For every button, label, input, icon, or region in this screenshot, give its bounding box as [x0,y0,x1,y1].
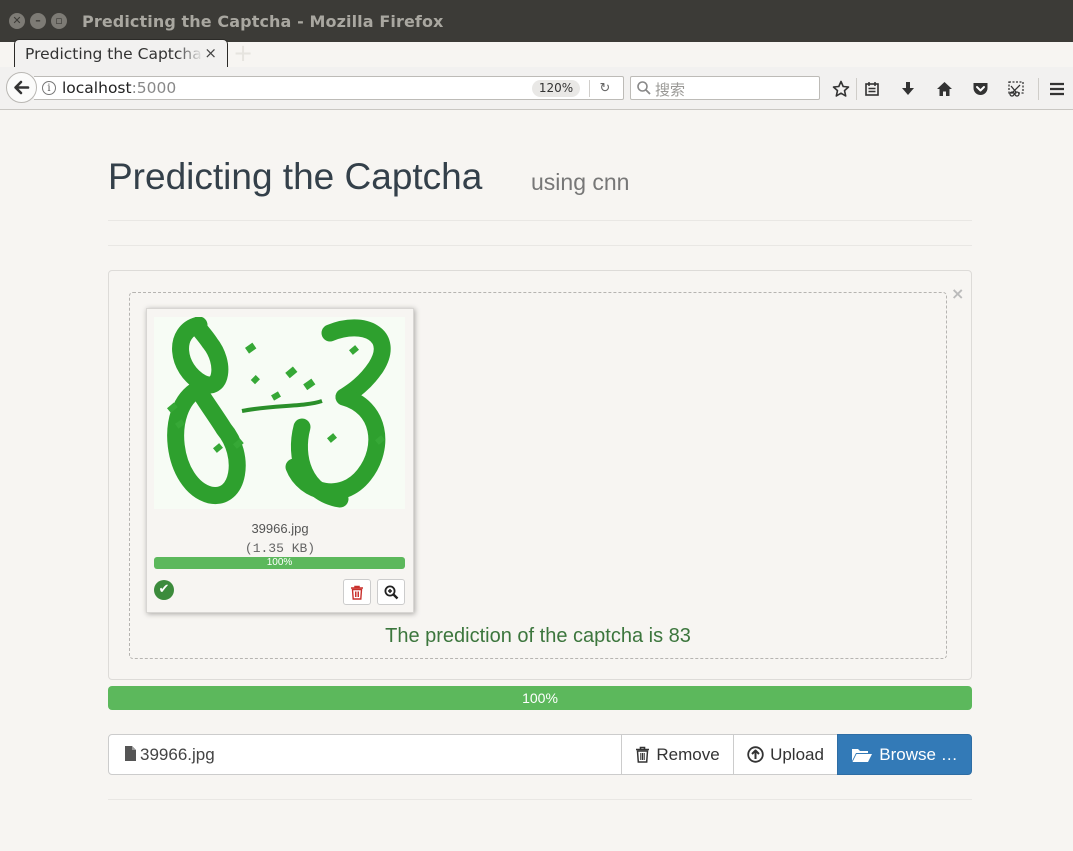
zoom-badge[interactable]: 120% [532,80,580,97]
home-icon[interactable] [933,78,955,100]
upload-button[interactable]: Upload [733,734,838,775]
divider [108,245,972,246]
navigation-toolbar: i localhost:5000 120% ↻ 搜索 [0,67,1073,110]
browse-button[interactable]: Browse … [837,734,972,775]
window-minimize-icon[interactable]: – [30,13,46,29]
remove-button-label: Remove [656,744,720,764]
tab-close-icon[interactable]: × [204,44,217,62]
reading-list-icon[interactable] [861,78,883,100]
file-caption-text: 39966.jpg [140,745,215,764]
prediction-text: The prediction of the captcha is 83 [385,625,691,647]
star-icon[interactable] [830,78,852,100]
upload-circle-icon [747,746,764,763]
url-text[interactable]: localhost:5000 [62,79,176,97]
tab-active[interactable]: Predicting the Captcha × [14,39,228,68]
reload-icon[interactable]: ↻ [596,80,614,97]
upload-button-label: Upload [770,744,824,764]
menu-icon[interactable] [1046,78,1068,100]
site-info-icon[interactable]: i [42,81,56,95]
file-size: (1.35 KB) [244,541,316,556]
divider [108,799,972,800]
url-host: localhost [62,79,132,97]
back-arrow-icon [14,80,30,95]
thumbnail-progress-bar: 100% [154,557,405,569]
window-title: Predicting the Captcha - Mozilla Firefox [82,12,444,31]
overall-progress-bar: 100% [108,686,972,710]
search-icon [637,81,651,95]
file-icon [125,746,136,761]
captcha-image [154,317,405,509]
zoom-file-button[interactable] [377,579,405,605]
file-name: 39966.jpg [251,521,309,536]
toolbar-divider [856,78,857,100]
download-icon[interactable] [897,78,919,100]
page-title: Predicting the Captcha [108,156,483,197]
folder-open-icon [852,748,873,762]
file-caption-input[interactable]: 39966.jpg [108,734,622,775]
back-button[interactable] [6,72,37,103]
window-titlebar: ✕ – ▫ Predicting the Captcha - Mozilla F… [0,0,1073,42]
trash-icon [351,585,363,600]
screenshot-icon[interactable] [1005,78,1027,100]
url-divider [589,80,590,97]
page-subtitle: using cnn [531,169,630,195]
window-close-icon[interactable]: ✕ [9,13,25,29]
url-bar[interactable]: i localhost:5000 120% ↻ [34,76,624,100]
search-bar[interactable]: 搜索 [630,76,820,100]
check-circle-icon: ✔ [154,580,174,600]
toolbar-divider [1038,78,1039,100]
search-placeholder: 搜索 [655,81,686,99]
divider [108,220,972,221]
pocket-icon[interactable] [969,78,991,100]
tab-label: Predicting the Captcha [25,45,202,63]
browse-button-label: Browse … [879,744,958,764]
zoom-in-icon [384,585,398,599]
remove-file-button[interactable] [343,579,371,605]
window-maximize-icon[interactable]: ▫ [51,13,67,29]
new-tab-button[interactable]: + [233,40,253,66]
trash-icon [636,746,650,763]
panel-close-icon[interactable]: × [951,284,964,303]
remove-button[interactable]: Remove [621,734,734,775]
url-port: :5000 [131,79,177,97]
